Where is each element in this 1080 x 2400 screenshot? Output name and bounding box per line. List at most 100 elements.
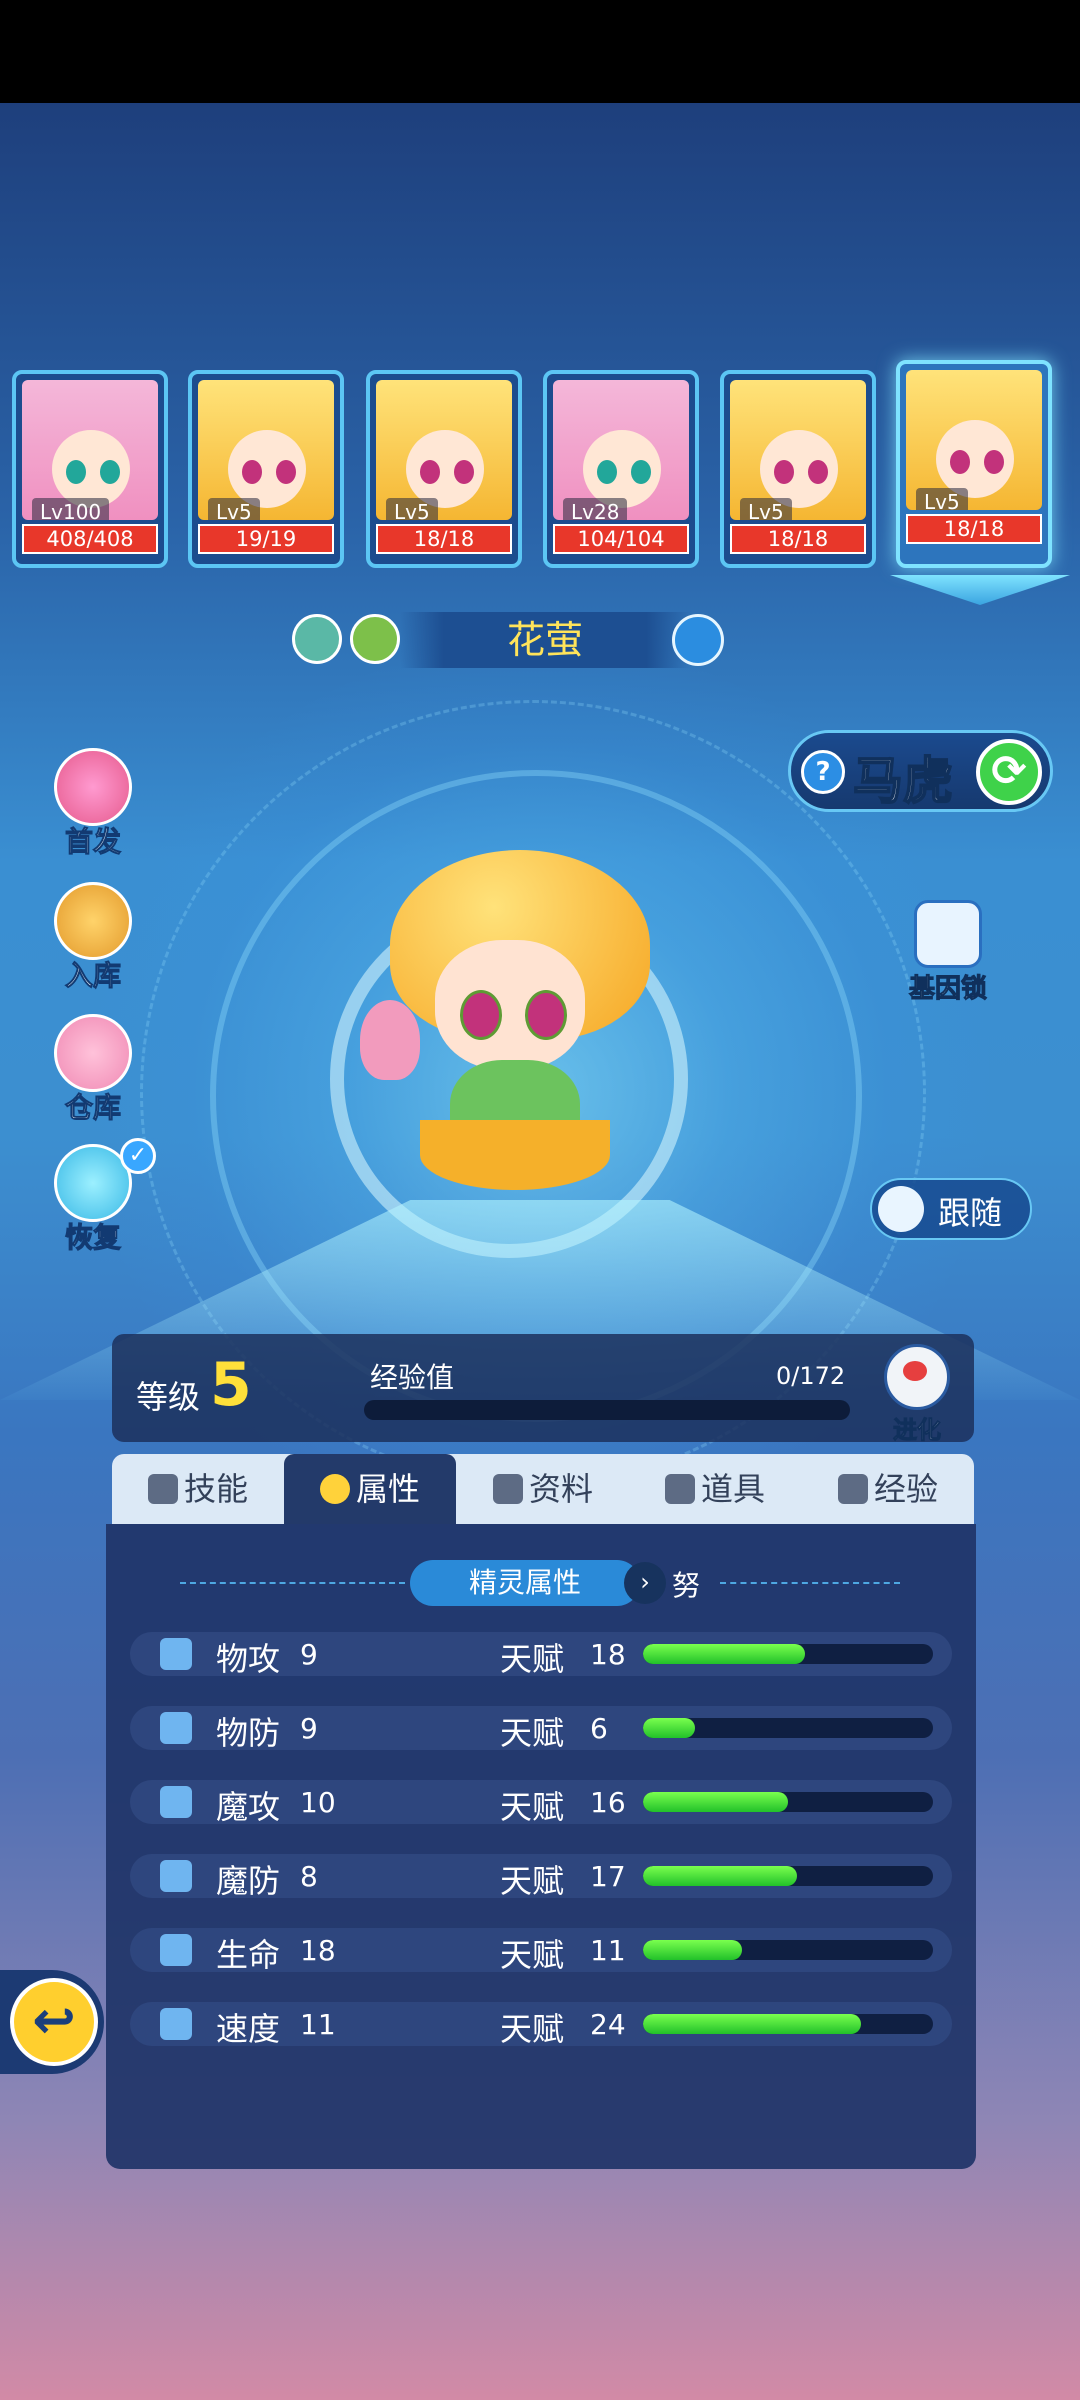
warehouse-icon bbox=[54, 1014, 132, 1092]
effort-tab-label[interactable]: 努 bbox=[672, 1564, 700, 1604]
starter-button[interactable]: 首发 bbox=[38, 748, 148, 868]
talent-bar bbox=[643, 1718, 933, 1738]
talent-value: 24 bbox=[590, 2008, 626, 2041]
pet-portrait: Lv5 bbox=[730, 380, 866, 520]
attributes-panel bbox=[106, 1524, 976, 2169]
talent-label: 天赋 bbox=[500, 1936, 565, 1974]
back-arrow-icon: ↩ bbox=[10, 1978, 98, 2066]
talent-label: 天赋 bbox=[500, 1640, 565, 1678]
pet-hp: 408/408 bbox=[22, 524, 158, 554]
pet-level: Lv100 bbox=[32, 498, 110, 520]
pet-level: Lv5 bbox=[208, 498, 260, 520]
stat-row-physical-attack: 物攻 9 天赋 18 bbox=[130, 1632, 952, 1678]
roster-card-2[interactable]: Lv5 19/19 bbox=[188, 370, 344, 568]
pet-ball-icon[interactable] bbox=[672, 614, 724, 666]
pet-level: Lv5 bbox=[740, 498, 792, 520]
warehouse-button[interactable]: 仓库 bbox=[38, 1014, 148, 1134]
deposit-icon bbox=[54, 882, 132, 960]
evolve-button[interactable]: 进化 bbox=[872, 1344, 962, 1445]
pet-hp: 18/18 bbox=[376, 524, 512, 554]
talent-value: 16 bbox=[590, 1786, 626, 1819]
roster-card-4[interactable]: Lv28 104/104 bbox=[543, 370, 699, 568]
pet-portrait: Lv5 bbox=[376, 380, 512, 520]
talent-bar-fill bbox=[643, 2014, 861, 2034]
talent-bar bbox=[643, 2014, 933, 2034]
stat-value: 9 bbox=[300, 1638, 318, 1671]
pet-portrait: Lv28 bbox=[553, 380, 689, 520]
divider-right bbox=[720, 1582, 900, 1584]
pet-hp: 19/19 bbox=[198, 524, 334, 554]
gene-lock-label: 基因锁 bbox=[908, 974, 987, 1005]
back-button[interactable]: ↩ bbox=[0, 1970, 104, 2074]
roster-card-5[interactable]: Lv5 18/18 bbox=[720, 370, 876, 568]
tab-items[interactable]: 道具 bbox=[629, 1454, 801, 1524]
restore-button[interactable]: 恢复 ✓ bbox=[38, 1138, 156, 1264]
flask-icon bbox=[837, 1474, 868, 1504]
pet-level: Lv28 bbox=[563, 498, 628, 520]
starter-label: 首发 bbox=[64, 825, 121, 859]
talent-bar bbox=[643, 1940, 933, 1960]
deposit-label: 入库 bbox=[64, 959, 121, 993]
stat-name: 速度 bbox=[216, 2010, 281, 2048]
exp-value: 0/172 bbox=[776, 1362, 846, 1390]
toggle-knob bbox=[878, 1186, 924, 1232]
stat-row-physical-defense: 物防 9 天赋 6 bbox=[130, 1706, 952, 1752]
pet-character[interactable] bbox=[350, 830, 690, 1210]
tab-attributes[interactable]: 属性 bbox=[284, 1454, 456, 1524]
stat-name: 魔防 bbox=[216, 1862, 281, 1900]
pet-portrait: Lv100 bbox=[22, 380, 158, 520]
talent-value: 17 bbox=[590, 1860, 626, 1893]
help-icon[interactable]: ? bbox=[801, 750, 845, 794]
tab-info[interactable]: 资料 bbox=[457, 1454, 629, 1524]
talent-label: 天赋 bbox=[500, 1862, 565, 1900]
magic-shield-icon bbox=[160, 1860, 192, 1892]
stat-value: 11 bbox=[300, 2008, 336, 2041]
talent-bar-fill bbox=[643, 1644, 806, 1664]
talent-bar bbox=[643, 1866, 933, 1886]
level-panel: 等级 5 经验值 0/172 进化 bbox=[112, 1334, 974, 1445]
talent-label: 天赋 bbox=[500, 1788, 565, 1826]
roster-card-1[interactable]: Lv100 408/408 bbox=[12, 370, 168, 568]
gene-lock-button[interactable]: 基因锁 bbox=[898, 900, 998, 1010]
tab-skills[interactable]: 技能 bbox=[112, 1454, 284, 1524]
divider-left bbox=[180, 1582, 405, 1584]
evolve-label: 进化 bbox=[893, 1416, 942, 1445]
follow-toggle[interactable]: 跟随 bbox=[870, 1178, 1032, 1240]
stat-value: 10 bbox=[300, 1786, 336, 1819]
grass-leaf-icon[interactable] bbox=[350, 614, 400, 664]
boot-icon bbox=[160, 2008, 192, 2040]
starter-icon bbox=[54, 748, 132, 826]
pet-level: Lv5 bbox=[916, 488, 968, 510]
nature-label: 马虎 bbox=[852, 751, 954, 811]
stat-row-hp: 生命 18 天赋 11 bbox=[130, 1928, 952, 1974]
roster-card-6-selected[interactable]: Lv5 18/18 bbox=[896, 360, 1052, 568]
stat-name: 物攻 bbox=[216, 1640, 281, 1678]
level-label: 等级 bbox=[136, 1378, 201, 1416]
talent-bar-fill bbox=[643, 1940, 742, 1960]
tab-bar: 技能 属性 资料 道具 经验 bbox=[112, 1454, 974, 1524]
spirit-attributes-header: 精灵属性 › 努 bbox=[410, 1560, 710, 1606]
tab-experience[interactable]: 经验 bbox=[802, 1454, 974, 1524]
chevron-right-icon[interactable]: › bbox=[624, 1562, 666, 1604]
clipboard-icon bbox=[492, 1474, 523, 1504]
star-items-icon bbox=[664, 1474, 695, 1504]
talent-label: 天赋 bbox=[500, 1714, 565, 1752]
spirit-attributes-title: 精灵属性 bbox=[410, 1560, 640, 1606]
grass-wind-icon[interactable] bbox=[292, 614, 342, 664]
talent-label: 天赋 bbox=[500, 2010, 565, 2048]
sword-icon bbox=[160, 1638, 192, 1670]
refresh-icon[interactable]: ⟳ bbox=[976, 739, 1042, 805]
deposit-button[interactable]: 入库 bbox=[38, 882, 148, 1002]
shield-icon bbox=[160, 1712, 192, 1744]
stat-value: 8 bbox=[300, 1860, 318, 1893]
stat-row-magic-attack: 魔攻 10 天赋 16 bbox=[130, 1780, 952, 1826]
talent-value: 11 bbox=[590, 1934, 626, 1967]
pet-hp: 18/18 bbox=[730, 524, 866, 554]
warehouse-label: 仓库 bbox=[64, 1091, 121, 1125]
stat-row-speed: 速度 11 天赋 24 bbox=[130, 2002, 952, 2048]
roster-card-3[interactable]: Lv5 18/18 bbox=[366, 370, 522, 568]
talent-bar bbox=[643, 1644, 933, 1664]
stat-name: 生命 bbox=[216, 1936, 281, 1974]
restore-label: 恢复 bbox=[64, 1221, 121, 1255]
nature-button[interactable]: ? 马虎 ⟳ bbox=[788, 730, 1053, 812]
